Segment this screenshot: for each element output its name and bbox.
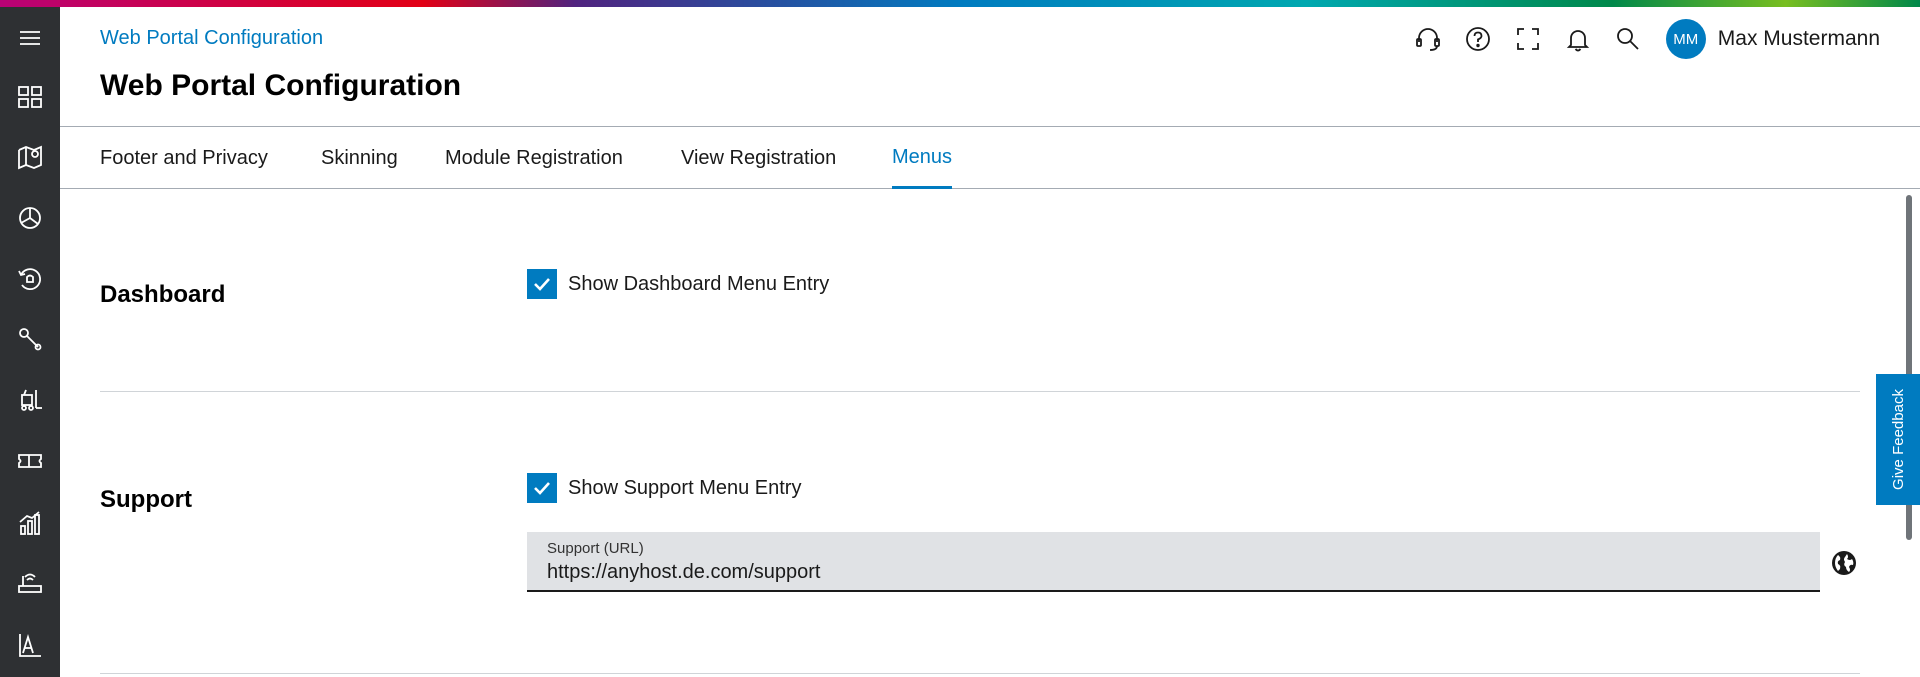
menus-content: Dashboard Show Dashboard Menu Entry Supp… [60, 189, 1920, 677]
menu-icon[interactable] [14, 22, 46, 54]
section-divider [100, 391, 1860, 392]
sidebar [0, 7, 60, 677]
tab-skinning[interactable]: Skinning [321, 127, 398, 189]
checkmark-icon [534, 278, 550, 291]
dashboard-menu-checkbox-row[interactable]: Show Dashboard Menu Entry [527, 269, 829, 299]
support-url-input[interactable] [547, 561, 1797, 584]
support-url-field[interactable]: Support (URL) [527, 532, 1820, 592]
bar-chart-icon[interactable] [14, 507, 46, 539]
headset-icon[interactable] [1412, 23, 1444, 55]
give-feedback-label: Give Feedback [1889, 389, 1907, 490]
give-feedback-button[interactable]: Give Feedback [1876, 374, 1920, 505]
tab-module-registration[interactable]: Module Registration [445, 127, 623, 189]
support-url-label: Support (URL) [547, 540, 644, 557]
alarm-history-icon[interactable] [14, 263, 46, 295]
tab-menus[interactable]: Menus [892, 127, 953, 189]
router-icon[interactable] [14, 568, 46, 600]
section-title-dashboard: Dashboard [100, 281, 226, 308]
page-title: Web Portal Configuration [100, 69, 462, 102]
avatar[interactable]: MM [1665, 19, 1706, 59]
ticket-icon[interactable] [14, 445, 46, 477]
dashboard-menu-checkbox[interactable] [527, 269, 557, 299]
checkmark-icon [534, 482, 550, 495]
wrench-icon[interactable] [14, 323, 46, 355]
search-icon[interactable] [1612, 23, 1644, 55]
supergraphic-bar [0, 0, 1920, 7]
support-menu-checkbox-row[interactable]: Show Support Menu Entry [527, 473, 801, 503]
support-menu-checkbox-label[interactable]: Show Support Menu Entry [568, 477, 801, 500]
dashboard-icon[interactable] [14, 81, 46, 113]
user-name[interactable]: Max Mustermann [1718, 27, 1880, 51]
support-menu-checkbox[interactable] [527, 473, 557, 503]
header-toolbar: MM Max Mustermann [1394, 18, 1880, 60]
tab-footer-and-privacy[interactable]: Footer and Privacy [100, 127, 268, 189]
fullscreen-icon[interactable] [1512, 23, 1544, 55]
section-title-support: Support [100, 486, 192, 513]
page-header: Web Portal Configuration Web Portal Conf… [60, 7, 1920, 127]
help-icon[interactable] [1462, 23, 1494, 55]
globe-icon[interactable] [1830, 549, 1858, 577]
breadcrumb[interactable]: Web Portal Configuration [100, 27, 323, 50]
analytics-icon[interactable] [14, 629, 46, 661]
dashboard-menu-checkbox-label[interactable]: Show Dashboard Menu Entry [568, 273, 829, 296]
pie-chart-icon[interactable] [14, 202, 46, 234]
forklift-icon[interactable] [14, 384, 46, 416]
bell-icon[interactable] [1562, 23, 1594, 55]
section-divider [100, 673, 1860, 674]
map-icon[interactable] [14, 141, 46, 173]
tab-bar: Footer and Privacy Skinning Module Regis… [60, 127, 1920, 189]
tab-view-registration[interactable]: View Registration [681, 127, 836, 189]
